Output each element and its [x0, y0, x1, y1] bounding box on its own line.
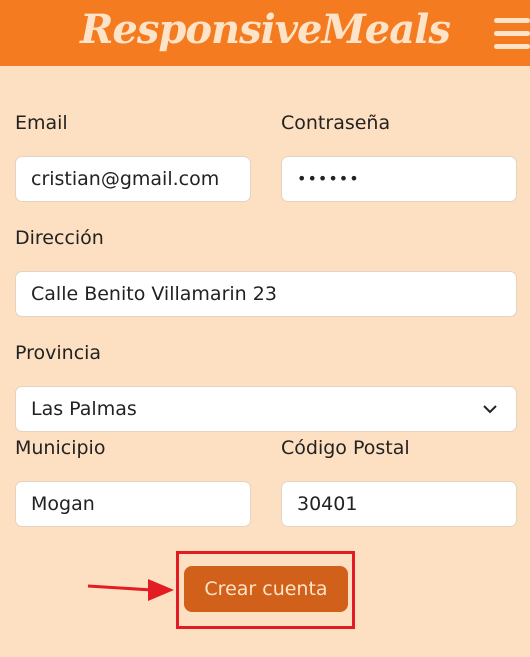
password-label: Contraseña	[281, 112, 391, 134]
email-field[interactable]: cristian@gmail.com	[15, 156, 251, 202]
postal-code-label: Código Postal	[281, 437, 410, 459]
postal-code-field[interactable]: 30401	[281, 481, 517, 527]
hamburger-menu-icon[interactable]	[494, 18, 530, 54]
arrow-right-icon	[87, 579, 174, 601]
logo[interactable]: ResponsiveMeals	[0, 6, 530, 53]
create-account-button[interactable]: Crear cuenta	[184, 566, 348, 612]
chevron-down-icon	[483, 405, 497, 414]
email-label: Email	[15, 112, 68, 134]
header: ResponsiveMeals	[0, 0, 530, 66]
province-select[interactable]: Las Palmas	[15, 386, 517, 432]
province-value: Las Palmas	[31, 398, 137, 420]
address-field[interactable]: Calle Benito Villamarin 23	[15, 271, 517, 317]
province-label: Provincia	[15, 342, 102, 364]
municipality-label: Municipio	[15, 437, 106, 459]
address-label: Dirección	[15, 227, 104, 249]
municipality-field[interactable]: Mogan	[15, 481, 251, 527]
password-field[interactable]: ••••••	[281, 156, 517, 202]
